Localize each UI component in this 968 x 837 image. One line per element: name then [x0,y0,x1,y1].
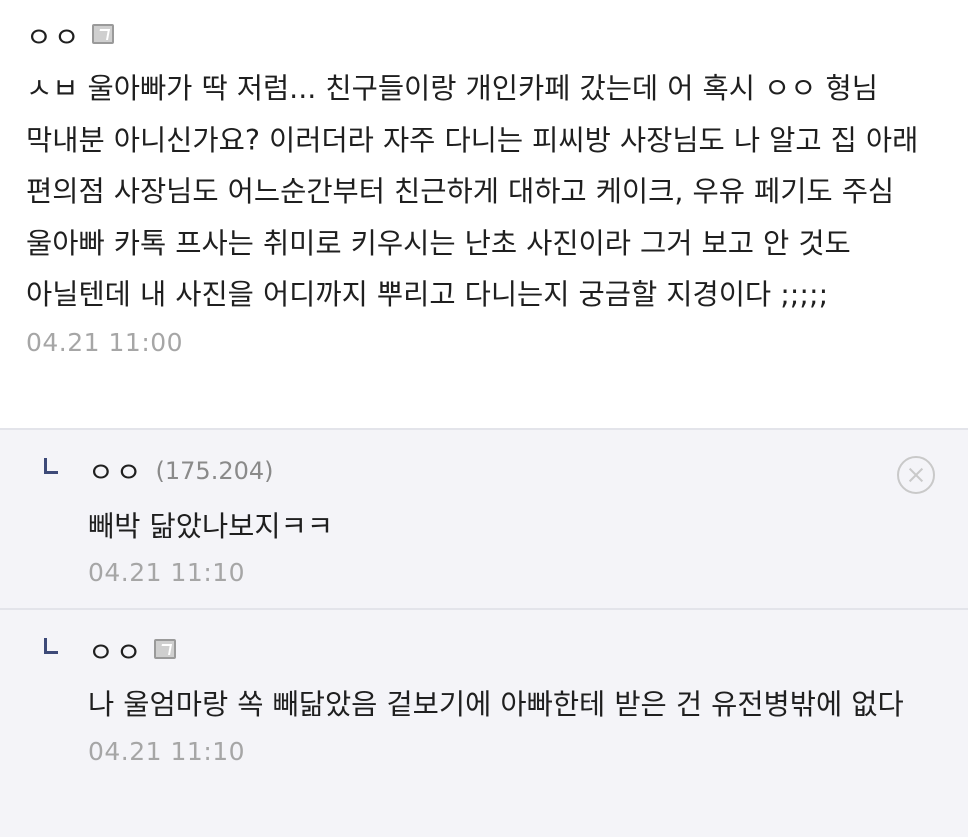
reply-body: 나 울엄마랑 쏙 빼닮았음 겉보기에 아빠한테 받은 건 유전병밖에 없다 [88,688,904,721]
reply-timestamp: 04.21 11:10 [88,557,246,587]
comment-timestamp: 04.21 11:00 [26,327,184,357]
comment-body: ㅅㅂ 울아빠가 딱 저럼... 친구들이랑 개인카페 갔는데 어 혹시 ㅇㅇ 형… [26,72,919,312]
main-comment: ㅇㅇ ㅅㅂ 울아빠가 딱 저럼... 친구들이랑 개인카페 갔는데 어 혹시 ㅇ… [0,0,968,428]
circle-x-icon[interactable] [897,456,935,494]
comment-author-row: ㅇㅇ [26,14,944,58]
reply-item: ㅇㅇ 나 울엄마랑 쏙 빼닮았음 겉보기에 아빠한테 받은 건 유전병밖에 없다… [0,610,968,837]
reply-timestamp: 04.21 11:10 [88,736,246,766]
comment-nickname[interactable]: ㅇㅇ [26,16,82,56]
reply-nickname[interactable]: ㅇㅇ [88,451,144,491]
reply-arrow-icon [44,638,58,654]
reply-body: 빼박 닮았나보지ㅋㅋ [88,510,334,543]
reply-item: ㅇㅇ (175.204) 빼박 닮았나보지ㅋㅋ 04.21 11:10 [0,430,968,608]
fixed-nick-icon [153,639,176,659]
reply-author-row: ㅇㅇ (175.204) [88,451,968,491]
reply-arrow-icon [44,458,58,474]
fixed-nick-icon [91,24,114,44]
reply-nickname[interactable]: ㅇㅇ [88,631,144,671]
reply-ip: (175.204) [155,457,274,485]
reply-author-row: ㅇㅇ [88,631,968,671]
